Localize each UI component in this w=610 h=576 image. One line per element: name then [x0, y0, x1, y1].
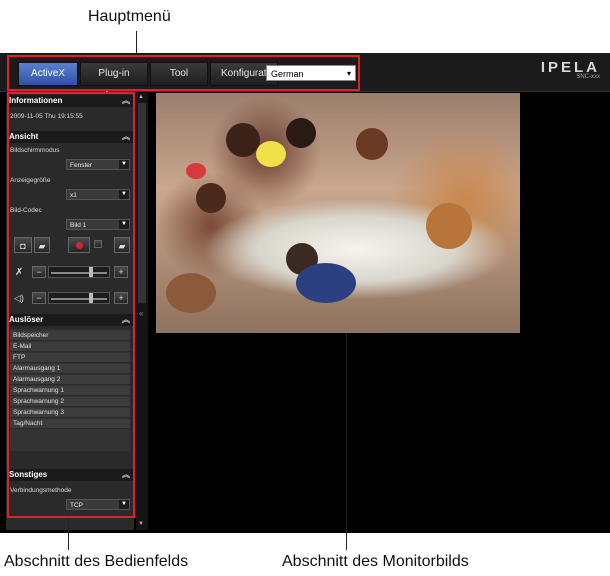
child-figure	[166, 273, 216, 313]
child-figure	[426, 203, 472, 249]
scroll-down-icon[interactable]: ▼	[138, 521, 144, 527]
collapse-panel-icon[interactable]: «	[139, 309, 143, 318]
brand-logo: IPELA SNC-xxx	[541, 59, 600, 80]
callout-control-panel: Abschnitt des Bedienfelds	[4, 553, 189, 570]
scrollbar-thumb[interactable]	[138, 103, 146, 303]
callout-line-main-menu	[136, 31, 137, 53]
child-figure	[256, 141, 286, 167]
callout-main-menu: Hauptmenü	[88, 8, 171, 25]
scroll-up-icon[interactable]: ▲	[138, 94, 144, 100]
child-figure	[286, 118, 316, 148]
child-figure	[296, 263, 356, 303]
panel-splitter[interactable]: ▲ « ▼	[136, 93, 148, 530]
child-figure	[196, 183, 226, 213]
child-figure	[226, 123, 260, 157]
monitor-image	[156, 93, 520, 333]
callout-line-control-panel	[68, 518, 69, 550]
callout-line-monitor	[346, 333, 347, 550]
child-figure	[356, 128, 388, 160]
callout-monitor: Abschnitt des Monitorbilds	[282, 553, 469, 570]
child-figure	[186, 163, 206, 179]
main-menu-highlight	[7, 55, 360, 91]
control-panel-highlight	[7, 92, 135, 518]
